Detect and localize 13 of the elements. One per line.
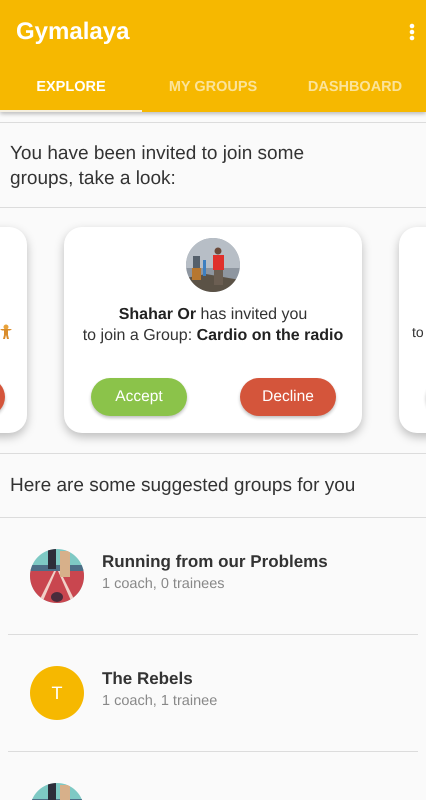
invitation-message: to [412, 324, 424, 340]
group-avatar: T [30, 666, 84, 720]
group-members: 1 coach, 0 trainees [102, 576, 226, 592]
intro-text: You have been invited to join some groups, take a look: [9, 142, 306, 191]
accept-button[interactable]: Accept [91, 378, 187, 416]
group-members: 1 coach, 1 trainee [102, 693, 218, 709]
app-title: Gymalaya [16, 18, 130, 46]
decline-button[interactable]: Decline [240, 378, 336, 416]
group-name[interactable]: Running from our Problems [102, 552, 328, 572]
invitation-card[interactable]: to [399, 227, 426, 433]
group-name[interactable]: The Rebels [102, 669, 218, 689]
invitation-message: Shahar Or has invited you to join a Group: Cardio on the radio [82, 305, 344, 346]
section-heading: Here are some suggested groups for you [9, 474, 356, 498]
